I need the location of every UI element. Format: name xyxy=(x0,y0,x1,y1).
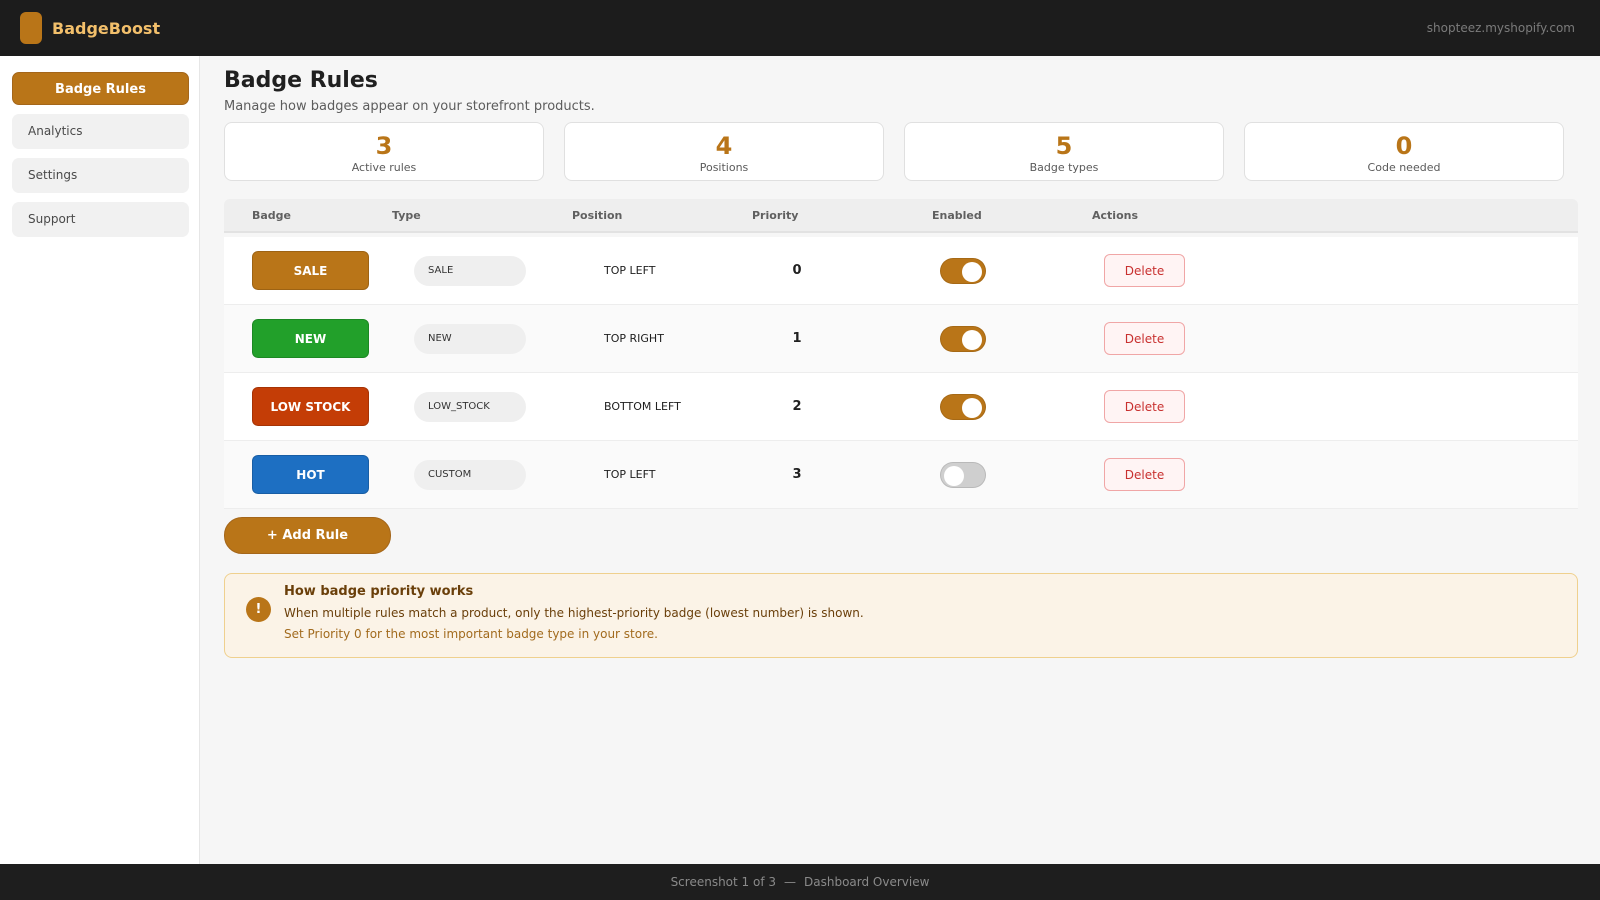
priority-value: 1 xyxy=(792,331,802,346)
page-title: Badge Rules xyxy=(224,68,378,93)
type-cell: LOW_STOCK xyxy=(392,391,572,422)
type-chip: CUSTOM xyxy=(414,459,526,490)
brand-name: BadgeBoost xyxy=(52,18,161,38)
column-header-enabled: Enabled xyxy=(932,208,982,222)
stat-value: 4 xyxy=(715,132,733,160)
toggle-knob xyxy=(944,465,964,486)
actions-cell: Delete xyxy=(1092,458,1578,491)
stat-value: 0 xyxy=(1395,132,1413,160)
toggle-knob xyxy=(962,397,982,418)
stat-card-active-rules: 3 Active rules xyxy=(224,122,544,181)
table-body: SALE SALE TOP LEFT 0 Delete NEW NEW TOP … xyxy=(224,237,1578,509)
table-row: HOT CUSTOM TOP LEFT 3 Delete xyxy=(224,441,1578,509)
actions-cell: Delete xyxy=(1092,390,1578,423)
brand[interactable]: BadgeBoost xyxy=(20,12,160,44)
position-cell: TOP LEFT xyxy=(572,264,752,277)
actions-cell: Delete xyxy=(1092,322,1578,355)
badge-cell: NEW xyxy=(224,319,392,358)
column-header-badge: Badge xyxy=(252,208,292,222)
actions-cell: Delete xyxy=(1092,254,1578,287)
column-header-position: Position xyxy=(572,208,623,222)
table-row: LOW STOCK LOW_STOCK BOTTOM LEFT 2 Delete xyxy=(224,373,1578,441)
sidebar-item-settings[interactable]: Settings xyxy=(12,158,189,193)
delete-button[interactable]: Delete xyxy=(1104,390,1185,423)
add-rule-button[interactable]: + Add Rule xyxy=(224,517,391,554)
stat-value: 3 xyxy=(375,132,393,160)
enabled-toggle[interactable] xyxy=(940,393,986,420)
table-header: Badge Type Position Priority Enabled Act… xyxy=(224,199,1578,233)
table-row: NEW NEW TOP RIGHT 1 Delete xyxy=(224,305,1578,373)
stat-card-badge-types: 5 Badge types xyxy=(904,122,1224,181)
info-subtext: Set Priority 0 for the most important ba… xyxy=(284,627,658,641)
type-chip: NEW xyxy=(414,323,526,354)
priority-value: 2 xyxy=(792,399,802,414)
priority-info-callout: ! How badge priority works When multiple… xyxy=(224,573,1578,658)
sidebar-item-support[interactable]: Support xyxy=(12,202,189,237)
sidebar-item-badge-rules[interactable]: Badge Rules xyxy=(12,72,189,105)
position-cell: BOTTOM LEFT xyxy=(572,400,752,413)
info-text: When multiple rules match a product, onl… xyxy=(284,606,864,620)
stat-card-code-needed: 0 Code needed xyxy=(1244,122,1564,181)
badge-preview: SALE xyxy=(252,251,369,290)
toggle-knob xyxy=(962,261,982,282)
footer-bar: Screenshot 1 of 3 — Dashboard Overview xyxy=(0,864,1600,900)
position-value: TOP RIGHT xyxy=(604,332,664,345)
badge-cell: LOW STOCK xyxy=(224,387,392,426)
stat-label: Positions xyxy=(699,161,749,174)
footer-section-label: Dashboard Overview xyxy=(804,875,930,889)
delete-button[interactable]: Delete xyxy=(1104,254,1185,287)
priority-value: 0 xyxy=(792,263,802,278)
badge-preview: NEW xyxy=(252,319,369,358)
sidebar-item-analytics[interactable]: Analytics xyxy=(12,114,189,149)
enabled-cell xyxy=(932,461,1092,488)
badge-preview: LOW STOCK xyxy=(252,387,369,426)
column-header-type: Type xyxy=(392,208,421,222)
main-content: Badge Rules Manage how badges appear on … xyxy=(224,56,1578,658)
type-cell: CUSTOM xyxy=(392,459,572,490)
badge-preview: HOT xyxy=(252,455,369,494)
stat-card-positions: 4 Positions xyxy=(564,122,884,181)
toggle-knob xyxy=(962,329,982,350)
column-header-priority: Priority xyxy=(752,208,799,222)
brand-logo-icon xyxy=(20,12,42,44)
position-cell: TOP LEFT xyxy=(572,468,752,481)
info-title: How badge priority works xyxy=(284,584,474,599)
type-cell: NEW xyxy=(392,323,572,354)
position-value: TOP LEFT xyxy=(604,264,656,277)
delete-button[interactable]: Delete xyxy=(1104,322,1185,355)
table-row: SALE SALE TOP LEFT 0 Delete xyxy=(224,237,1578,305)
page-subtitle: Manage how badges appear on your storefr… xyxy=(224,99,595,114)
stat-value: 5 xyxy=(1055,132,1073,160)
position-value: BOTTOM LEFT xyxy=(604,400,681,413)
stat-label: Active rules xyxy=(351,161,417,174)
shop-domain: shopteez.myshopify.com xyxy=(1426,21,1575,35)
info-alert-icon: ! xyxy=(246,597,271,622)
footer-separator: — xyxy=(784,875,797,889)
top-bar: BadgeBoost shopteez.myshopify.com xyxy=(0,0,1600,56)
enabled-cell xyxy=(932,393,1092,420)
badge-cell: HOT xyxy=(224,455,392,494)
priority-value: 3 xyxy=(792,467,802,482)
sidebar: Badge Rules Analytics Settings Support xyxy=(0,56,200,864)
stats-row: 3 Active rules 4 Positions 5 Badge types… xyxy=(224,122,1578,181)
enabled-cell xyxy=(932,257,1092,284)
enabled-cell xyxy=(932,325,1092,352)
type-cell: SALE xyxy=(392,255,572,286)
type-chip: LOW_STOCK xyxy=(414,391,526,422)
stat-label: Code needed xyxy=(1367,161,1441,174)
position-value: TOP LEFT xyxy=(604,468,656,481)
position-cell: TOP RIGHT xyxy=(572,332,752,345)
delete-button[interactable]: Delete xyxy=(1104,458,1185,491)
stat-label: Badge types xyxy=(1029,161,1099,174)
column-header-actions: Actions xyxy=(1092,208,1138,222)
enabled-toggle[interactable] xyxy=(940,461,986,488)
badge-cell: SALE xyxy=(224,251,392,290)
footer-screenshot-label: Screenshot 1 of 3 xyxy=(670,875,777,889)
enabled-toggle[interactable] xyxy=(940,325,986,352)
type-chip: SALE xyxy=(414,255,526,286)
enabled-toggle[interactable] xyxy=(940,257,986,284)
badge-rules-table: Badge Type Position Priority Enabled Act… xyxy=(224,199,1578,509)
